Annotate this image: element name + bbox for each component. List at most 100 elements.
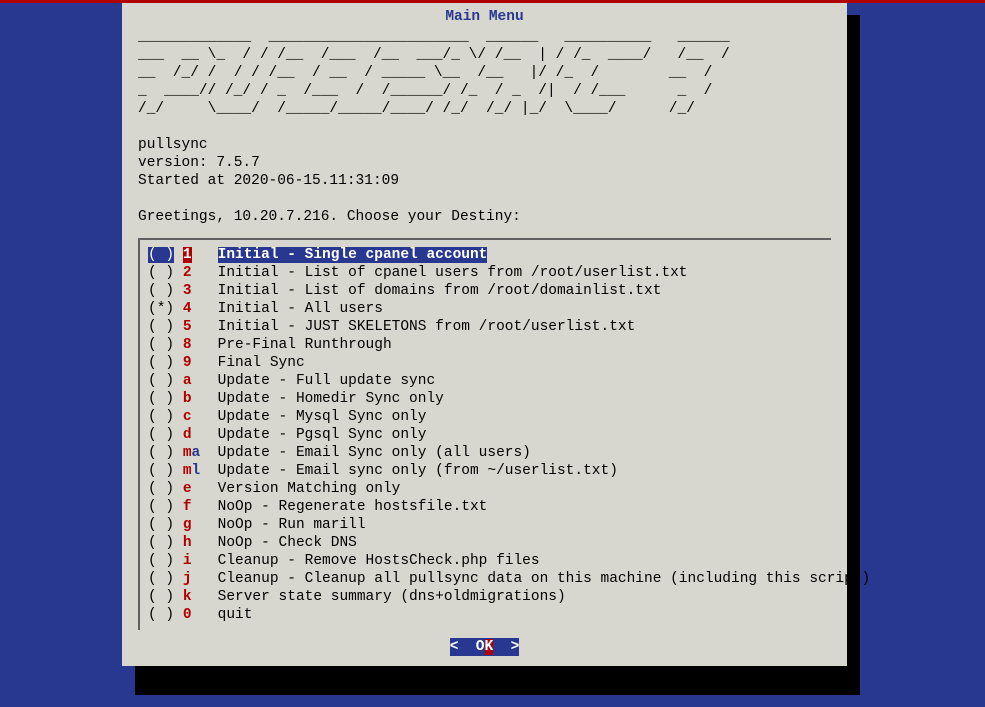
- menu-item-a[interactable]: ( ) a Update - Full update sync: [148, 372, 823, 390]
- menu-list: ( ) 1 Initial - Single cpanel account( )…: [148, 246, 823, 624]
- radio-icon: ( ): [148, 571, 174, 587]
- menu-desc: Version Matching only: [218, 481, 401, 497]
- menu-key: d: [183, 427, 192, 443]
- menu-desc: Final Sync: [218, 355, 305, 371]
- radio-icon: ( ): [148, 481, 174, 497]
- menu-desc: Update - Pgsql Sync only: [218, 427, 427, 443]
- menu-key: 4: [183, 301, 192, 317]
- menu-desc: Initial - All users: [218, 301, 383, 317]
- menu-desc: quit: [218, 607, 253, 623]
- menu-item-2[interactable]: ( ) 2 Initial - List of cpanel users fro…: [148, 264, 823, 282]
- menu-item-ma[interactable]: ( ) ma Update - Email Sync only (all use…: [148, 444, 823, 462]
- menu-key: 9: [183, 355, 192, 371]
- radio-icon: ( ): [148, 283, 174, 299]
- radio-icon: ( ): [148, 373, 174, 389]
- radio-icon: ( ): [148, 427, 174, 443]
- radio-icon: ( ): [148, 337, 174, 353]
- menu-item-1[interactable]: ( ) 1 Initial - Single cpanel account: [148, 246, 823, 264]
- menu-key: c: [183, 409, 192, 425]
- menu-item-e[interactable]: ( ) e Version Matching only: [148, 480, 823, 498]
- menu-desc: Cleanup - Cleanup all pullsync data on t…: [218, 571, 871, 587]
- blank-line-1: [122, 118, 847, 136]
- menu-desc: Update - Full update sync: [218, 373, 436, 389]
- radio-icon: (*): [148, 301, 174, 317]
- menu-key: 5: [183, 319, 192, 335]
- menu-key: g: [183, 517, 192, 533]
- main-menu-dialog: Main Menu _____________ ________________…: [122, 3, 847, 666]
- button-row: < OK >: [122, 638, 847, 656]
- menu-key: f: [183, 499, 192, 515]
- radio-icon: ( ): [148, 409, 174, 425]
- menu-item-k[interactable]: ( ) k Server state summary (dns+oldmigra…: [148, 588, 823, 606]
- blank-line-2: [122, 190, 847, 208]
- ascii-art: _____________ _______________________ __…: [122, 28, 847, 118]
- menu-key: h: [183, 535, 192, 551]
- menu-item-0[interactable]: ( ) 0 quit: [148, 606, 823, 624]
- radio-icon: ( ): [148, 607, 174, 623]
- menu-desc: Initial - List of cpanel users from /roo…: [218, 265, 688, 281]
- ok-gt: >: [493, 639, 519, 655]
- started-line: Started at 2020-06-15.11:31:09: [122, 172, 847, 190]
- menu-key: 3: [183, 283, 192, 299]
- menu-desc: Initial - Single cpanel account: [218, 247, 488, 263]
- menu-key: a: [183, 373, 192, 389]
- radio-icon: ( ): [148, 391, 174, 407]
- radio-icon: ( ): [148, 499, 174, 515]
- dialog-title: Main Menu: [122, 3, 847, 28]
- menu-frame: ( ) 1 Initial - Single cpanel account( )…: [138, 238, 831, 630]
- radio-icon: ( ): [148, 355, 174, 371]
- app-name: pullsync: [122, 136, 847, 154]
- menu-key: 1: [183, 247, 192, 263]
- menu-key: m: [183, 445, 192, 461]
- ok-o: O: [476, 639, 485, 655]
- menu-key: 8: [183, 337, 192, 353]
- menu-item-b[interactable]: ( ) b Update - Homedir Sync only: [148, 390, 823, 408]
- menu-desc: Update - Email sync only (from ~/userlis…: [218, 463, 618, 479]
- menu-desc: NoOp - Check DNS: [218, 535, 357, 551]
- menu-key: 0: [183, 607, 192, 623]
- radio-icon: ( ): [148, 553, 174, 569]
- menu-key2: a: [192, 445, 201, 461]
- menu-item-8[interactable]: ( ) 8 Pre-Final Runthrough: [148, 336, 823, 354]
- menu-key: j: [183, 571, 192, 587]
- radio-icon: ( ): [148, 589, 174, 605]
- menu-item-j[interactable]: ( ) j Cleanup - Cleanup all pullsync dat…: [148, 570, 823, 588]
- menu-desc: Update - Email Sync only (all users): [218, 445, 531, 461]
- menu-item-9[interactable]: ( ) 9 Final Sync: [148, 354, 823, 372]
- radio-icon: ( ): [148, 247, 174, 263]
- menu-key2: l: [192, 463, 201, 479]
- radio-icon: ( ): [148, 265, 174, 281]
- menu-desc: Pre-Final Runthrough: [218, 337, 392, 353]
- radio-icon: ( ): [148, 445, 174, 461]
- menu-desc: Initial - List of domains from /root/dom…: [218, 283, 662, 299]
- menu-desc: Update - Mysql Sync only: [218, 409, 427, 425]
- menu-desc: Cleanup - Remove HostsCheck.php files: [218, 553, 540, 569]
- menu-desc: NoOp - Run marill: [218, 517, 366, 533]
- menu-key: e: [183, 481, 192, 497]
- menu-desc: NoOp - Regenerate hostsfile.txt: [218, 499, 488, 515]
- menu-desc: Server state summary (dns+oldmigrations): [218, 589, 566, 605]
- menu-item-g[interactable]: ( ) g NoOp - Run marill: [148, 516, 823, 534]
- menu-item-3[interactable]: ( ) 3 Initial - List of domains from /ro…: [148, 282, 823, 300]
- menu-item-h[interactable]: ( ) h NoOp - Check DNS: [148, 534, 823, 552]
- menu-key: i: [183, 553, 192, 569]
- radio-icon: ( ): [148, 517, 174, 533]
- radio-icon: ( ): [148, 319, 174, 335]
- ok-button[interactable]: < OK >: [450, 638, 520, 656]
- greeting-line: Greetings, 10.20.7.216. Choose your Dest…: [122, 208, 847, 226]
- menu-item-i[interactable]: ( ) i Cleanup - Remove HostsCheck.php fi…: [148, 552, 823, 570]
- menu-item-c[interactable]: ( ) c Update - Mysql Sync only: [148, 408, 823, 426]
- menu-item-5[interactable]: ( ) 5 Initial - JUST SKELETONS from /roo…: [148, 318, 823, 336]
- ok-lt: <: [450, 639, 476, 655]
- menu-item-ml[interactable]: ( ) ml Update - Email sync only (from ~/…: [148, 462, 823, 480]
- menu-item-d[interactable]: ( ) d Update - Pgsql Sync only: [148, 426, 823, 444]
- radio-icon: ( ): [148, 535, 174, 551]
- version-line: version: 7.5.7: [122, 154, 847, 172]
- menu-item-f[interactable]: ( ) f NoOp - Regenerate hostsfile.txt: [148, 498, 823, 516]
- menu-key: k: [183, 589, 192, 605]
- menu-desc: Update - Homedir Sync only: [218, 391, 444, 407]
- menu-desc: Initial - JUST SKELETONS from /root/user…: [218, 319, 636, 335]
- ok-hotkey: K: [485, 639, 494, 655]
- radio-icon: ( ): [148, 463, 174, 479]
- menu-item-4[interactable]: (*) 4 Initial - All users: [148, 300, 823, 318]
